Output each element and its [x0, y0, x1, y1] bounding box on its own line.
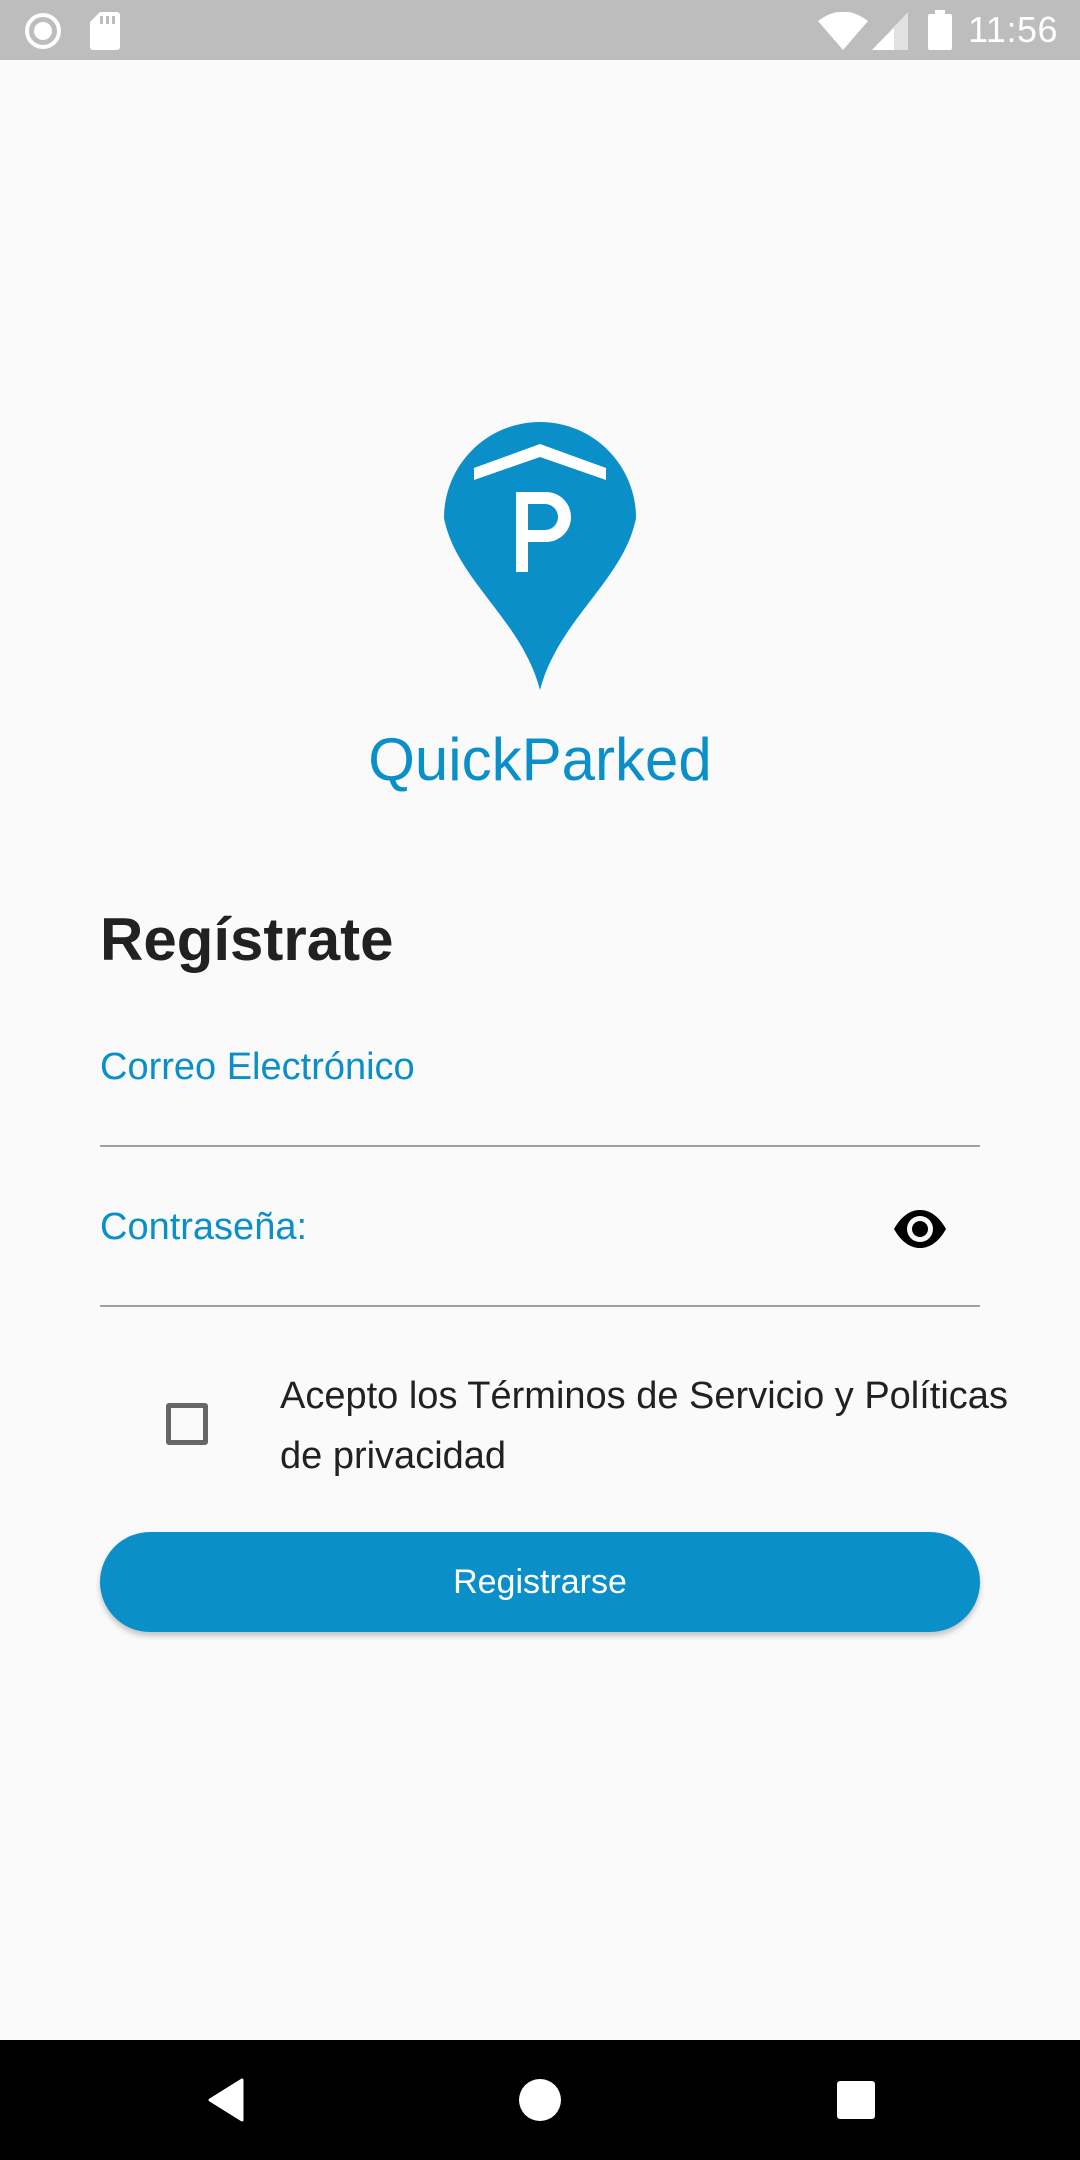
- eye-icon: [894, 1210, 946, 1248]
- status-time: 11:56: [968, 9, 1058, 50]
- recents-icon: [837, 2081, 875, 2119]
- home-button[interactable]: [500, 2060, 580, 2140]
- wifi-icon: [818, 12, 868, 50]
- status-bar: 11:56: [0, 0, 1080, 60]
- record-icon: [25, 13, 61, 49]
- terms-checkbox[interactable]: [166, 1403, 208, 1445]
- password-field[interactable]: Contraseña:: [100, 1205, 980, 1307]
- app-name: QuickParked: [368, 726, 712, 793]
- home-icon: [519, 2079, 561, 2121]
- battery-icon: [928, 10, 952, 50]
- back-icon: [208, 2078, 244, 2122]
- toggle-password-visibility-button[interactable]: [888, 1197, 952, 1261]
- email-label: Correo Electrónico: [100, 1046, 415, 1088]
- sd-card-icon: [90, 12, 120, 50]
- email-field[interactable]: Correo Electrónico: [100, 1045, 980, 1147]
- password-input[interactable]: [100, 1255, 860, 1299]
- register-button[interactable]: Registrarse: [100, 1532, 980, 1632]
- signal-icon: [872, 12, 908, 50]
- recents-button[interactable]: [816, 2060, 896, 2140]
- email-input[interactable]: [100, 1095, 860, 1139]
- back-button[interactable]: [186, 2060, 266, 2140]
- page-title: Regístrate: [100, 906, 394, 973]
- navigation-bar: [0, 2040, 1080, 2160]
- parking-pin-icon: [444, 422, 636, 690]
- password-label: Contraseña:: [100, 1206, 308, 1248]
- terms-label: Acepto los Términos de Servicio y Políti…: [280, 1375, 1008, 1477]
